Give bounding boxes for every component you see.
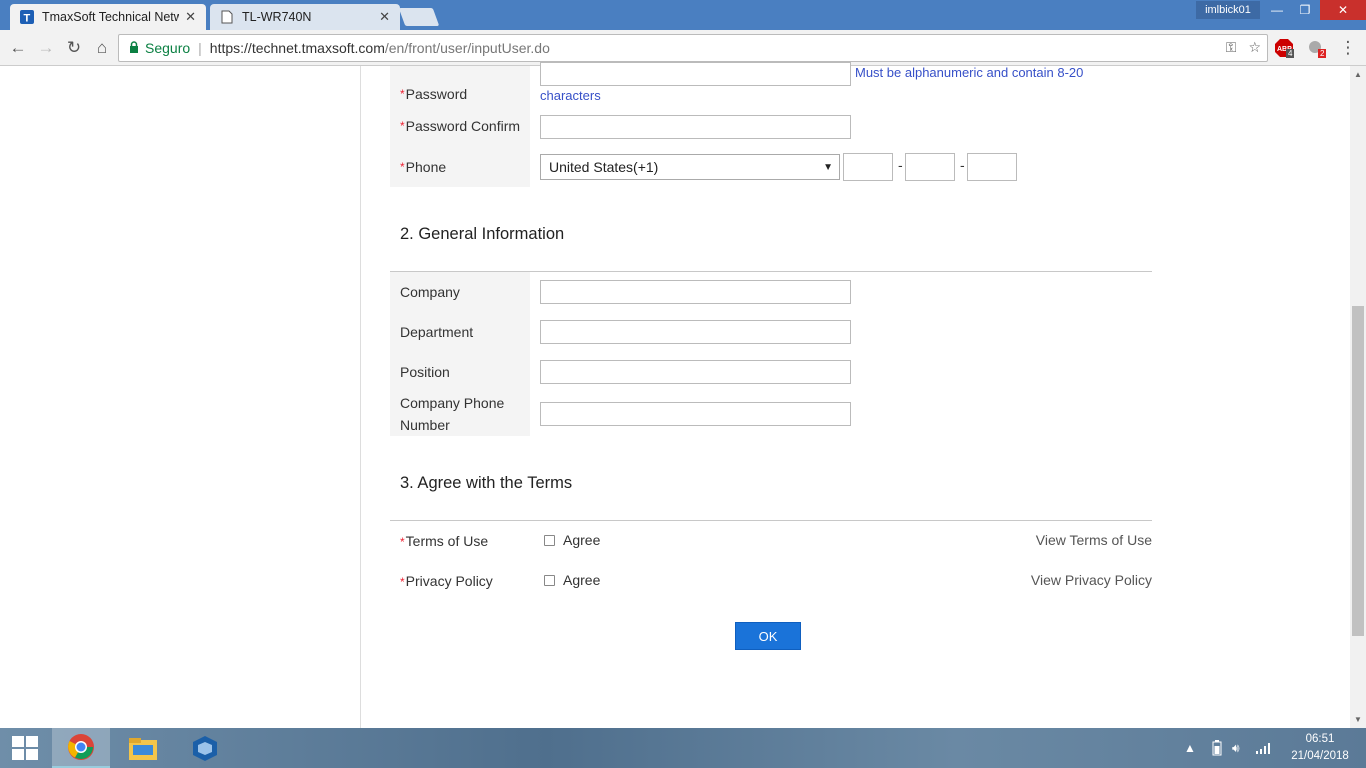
profile-badge[interactable]: imlbick01 [1196, 1, 1260, 19]
windows-start-icon[interactable] [0, 728, 50, 768]
company-input[interactable] [540, 280, 851, 304]
scroll-up-icon[interactable]: ▲ [1350, 67, 1366, 81]
home-icon[interactable]: ⌂ [92, 38, 112, 58]
password-confirm-row: * Password Confirm [390, 106, 1152, 146]
file-explorer-icon[interactable] [114, 728, 172, 768]
tab-title: TL-WR740N [242, 10, 312, 24]
secure-label: Seguro [145, 40, 191, 56]
back-icon[interactable]: ← [8, 38, 28, 58]
password-input[interactable] [540, 62, 851, 86]
company-phone-row: Company Phone Number [390, 392, 1152, 436]
terms-row: *Terms of Use Agree View Terms of Use [390, 521, 1152, 561]
menu-icon[interactable]: ⋮ [1338, 38, 1358, 58]
windows-taskbar: ▲ 🔊︎ 06:51 21/04/2018 [0, 728, 1366, 768]
tmaxsoft-icon: T [20, 10, 34, 24]
reload-icon[interactable]: ↻ [64, 38, 84, 58]
privacy-agree-checkbox[interactable] [544, 575, 555, 586]
ok-button[interactable]: OK [735, 622, 801, 650]
password-hint: Must be alphanumeric and contain 8-20 [855, 65, 1084, 80]
dropdown-arrow-icon: ▼ [823, 161, 833, 173]
position-label: Position [390, 352, 530, 392]
extension-icon[interactable]: 2 [1306, 38, 1327, 58]
show-hidden-icons-icon[interactable]: ▲ [1184, 728, 1196, 768]
terms-label: *Terms of Use [400, 533, 489, 549]
tab-tmaxsoft[interactable]: T TmaxSoft Technical Netw ✕ [10, 4, 206, 30]
section-general-title: 2. General Information [400, 225, 565, 243]
terms-agree-label: Agree [563, 532, 601, 548]
svg-text:T: T [24, 13, 31, 25]
volume-icon[interactable]: 🔊︎ [1232, 728, 1240, 768]
company-phone-label: Company Phone Number [390, 392, 530, 436]
star-icon[interactable]: ☆ [1248, 39, 1261, 56]
view-privacy-link[interactable]: View Privacy Policy [1031, 572, 1152, 588]
virtualbox-icon[interactable] [176, 728, 234, 768]
tab-title: TmaxSoft Technical Netw [42, 10, 180, 24]
position-row: Position [390, 352, 1152, 392]
browser-toolbar: ← → ↻ ⌂ Seguro | https://technet.tmaxsof… [0, 30, 1366, 66]
close-window-icon[interactable]: ✕ [1320, 0, 1366, 20]
lock-icon [129, 40, 139, 56]
section-terms-title: 3. Agree with the Terms [400, 474, 573, 492]
phone-part1-input[interactable] [843, 153, 893, 181]
tab-tl-wr740n[interactable]: TL-WR740N ✕ [210, 4, 400, 30]
clock[interactable]: 06:51 21/04/2018 [1280, 731, 1360, 765]
department-row: Department [390, 312, 1152, 352]
phone-part3-input[interactable] [967, 153, 1017, 181]
forward-icon[interactable]: → [36, 38, 56, 58]
privacy-agree-label: Agree [563, 572, 601, 588]
chrome-taskbar-icon[interactable] [52, 728, 110, 768]
department-label: Department [390, 312, 530, 352]
password-confirm-input[interactable] [540, 115, 851, 139]
password-confirm-label: * Password Confirm [390, 106, 530, 146]
url-text: https://technet.tmaxsoft.com/en/front/us… [209, 40, 550, 56]
phone-country-select[interactable]: United States(+1) ▼ [540, 154, 840, 180]
view-terms-link[interactable]: View Terms of Use [1036, 532, 1152, 548]
battery-icon[interactable] [1212, 728, 1222, 768]
scroll-down-icon[interactable]: ▼ [1350, 712, 1366, 726]
password-hint-cont: characters [540, 88, 601, 103]
position-input[interactable] [540, 360, 851, 384]
company-label: Company [390, 272, 530, 312]
browser-tab-bar: T TmaxSoft Technical Netw ✕ TL-WR740N ✕ … [0, 0, 1366, 30]
document-icon [220, 10, 234, 24]
company-row: Company [390, 272, 1152, 312]
adblock-icon[interactable]: ABP 4 [1274, 38, 1295, 58]
network-icon[interactable] [1256, 728, 1272, 768]
phone-row: * Phone United States(+1) ▼ - - [390, 146, 1152, 187]
department-input[interactable] [540, 320, 851, 344]
phone-label: * Phone [390, 146, 530, 187]
privacy-label: *Privacy Policy [400, 573, 493, 589]
close-tab-icon[interactable]: ✕ [185, 9, 196, 25]
close-tab-icon[interactable]: ✕ [379, 9, 390, 25]
key-icon[interactable]: ⚿ [1226, 39, 1237, 56]
scrollbar-thumb[interactable] [1352, 306, 1364, 636]
terms-agree-checkbox[interactable] [544, 535, 555, 546]
new-tab-button[interactable] [398, 8, 440, 26]
minimize-icon[interactable]: — [1262, 0, 1292, 20]
restore-icon[interactable]: ❐ [1290, 0, 1320, 20]
company-phone-input[interactable] [540, 402, 851, 426]
privacy-row: *Privacy Policy Agree View Privacy Polic… [390, 561, 1152, 601]
phone-part2-input[interactable] [905, 153, 955, 181]
address-bar[interactable]: Seguro | https://technet.tmaxsoft.com/en… [118, 34, 1268, 62]
